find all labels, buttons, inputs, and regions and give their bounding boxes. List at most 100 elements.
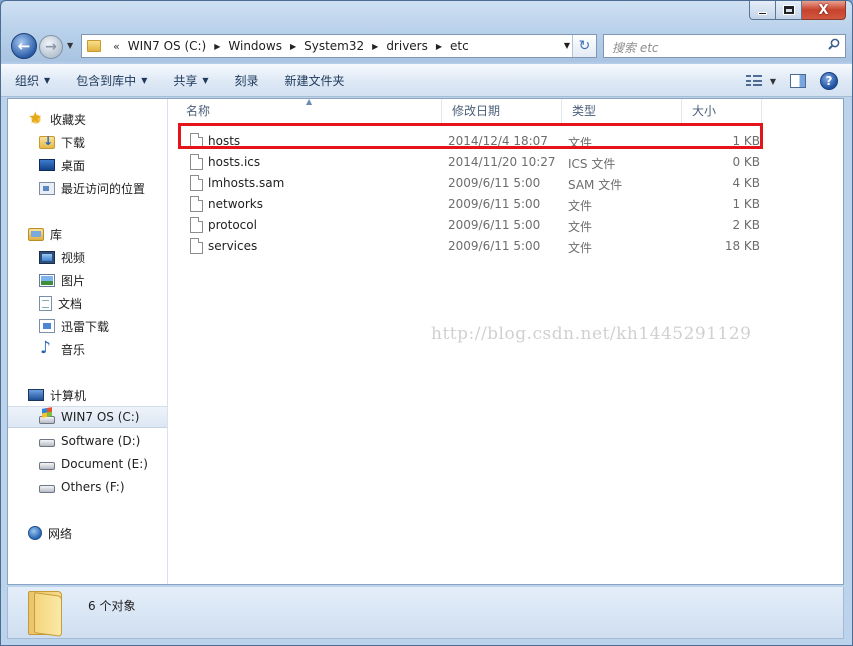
help-icon[interactable]: ?: [820, 72, 838, 90]
file-row[interactable]: lmhosts.sam 2009/6/11 5:00 SAM 文件 4 KB: [176, 173, 766, 194]
breadcrumb-item[interactable]: drivers: [382, 39, 432, 53]
address-bar[interactable]: « WIN7 OS (C:) ▶ Windows ▶ System32 ▶ dr…: [81, 34, 597, 58]
sidebar-item-drive-d[interactable]: Software (D:): [8, 430, 167, 452]
file-date: 2009/6/11 5:00: [448, 176, 541, 190]
file-row[interactable]: protocol 2009/6/11 5:00 文件 2 KB: [176, 215, 766, 236]
breadcrumb-overflow[interactable]: «: [109, 40, 124, 53]
sidebar-label: 视频: [61, 250, 86, 265]
back-button[interactable]: ←: [11, 33, 37, 59]
preview-pane-icon[interactable]: [790, 74, 806, 88]
sidebar-item-downloads[interactable]: 下载: [8, 131, 167, 153]
search-icon[interactable]: [828, 38, 840, 50]
navigation-pane: 收藏夹 下载 桌面 最近访问的位置 库 视频 图片 文档 迅雷下载 音乐 计算机…: [8, 99, 168, 584]
file-row[interactable]: networks 2009/6/11 5:00 文件 1 KB: [176, 194, 766, 215]
include-in-library-label: 包含到库中: [76, 74, 137, 88]
desktop-icon: [39, 159, 55, 171]
sidebar-item-recent-places[interactable]: 最近访问的位置: [8, 177, 167, 199]
thunder-download-icon: [39, 319, 55, 333]
file-row[interactable]: hosts.ics 2014/11/20 10:27 ICS 文件 0 KB: [176, 152, 766, 173]
file-date: 2009/6/11 5:00: [448, 218, 541, 232]
forward-button[interactable]: →: [39, 35, 63, 59]
file-type: 文件: [568, 241, 593, 255]
sidebar-item-thunder-downloads[interactable]: 迅雷下载: [8, 315, 167, 337]
sidebar-item-drive-f[interactable]: Others (F:): [8, 476, 167, 498]
breadcrumb-item[interactable]: System32: [300, 39, 368, 53]
breadcrumb-item[interactable]: Windows: [224, 39, 286, 53]
sidebar-computer[interactable]: 计算机: [8, 384, 167, 406]
share-menu[interactable]: 共享 ▼: [173, 72, 208, 89]
file-name: lmhosts.sam: [208, 176, 285, 190]
recent-places-icon: [39, 181, 55, 195]
refresh-icon: ↻: [578, 38, 591, 54]
sidebar-libraries[interactable]: 库: [8, 223, 167, 245]
burn-button[interactable]: 刻录: [235, 72, 259, 89]
document-library-icon: [39, 295, 52, 311]
sidebar-item-drive-c[interactable]: WIN7 OS (C:): [8, 406, 167, 428]
sidebar-label: 计算机: [50, 388, 87, 403]
sidebar-item-documents[interactable]: 文档: [8, 292, 167, 314]
sidebar-network[interactable]: 网络: [8, 522, 167, 544]
view-controls: ▼ ?: [745, 72, 838, 90]
search-input[interactable]: 搜索 etc: [612, 39, 659, 56]
chevron-right-icon[interactable]: ▶: [210, 42, 224, 51]
file-row[interactable]: services 2009/6/11 5:00 文件 18 KB: [176, 236, 766, 257]
file-name: networks: [208, 197, 263, 211]
breadcrumb-item[interactable]: WIN7 OS (C:): [124, 39, 211, 53]
file-icon: [190, 175, 203, 191]
file-name: hosts.ics: [208, 155, 261, 169]
column-header-date[interactable]: 修改日期: [442, 99, 562, 123]
sidebar-favorites[interactable]: 收藏夹: [8, 108, 167, 130]
minimize-button[interactable]: [749, 1, 776, 20]
file-date: 2014/11/20 10:27: [448, 155, 556, 169]
hard-drive-icon: [39, 439, 55, 447]
file-size: 2 KB: [732, 218, 760, 232]
network-icon: [28, 526, 42, 540]
close-icon: X: [818, 2, 829, 18]
folder-icon: [28, 591, 62, 637]
refresh-button[interactable]: ↻: [572, 35, 596, 57]
file-size: 0 KB: [732, 155, 760, 169]
breadcrumb-item[interactable]: etc: [446, 39, 473, 53]
file-size: 18 KB: [724, 239, 760, 253]
sidebar-label: 文档: [58, 296, 83, 311]
maximize-button[interactable]: [776, 1, 802, 20]
chevron-down-icon: ▼: [141, 76, 148, 85]
column-header-size[interactable]: 大小: [682, 99, 762, 123]
chevron-down-icon: ▼: [44, 76, 51, 85]
music-note-icon: [39, 338, 55, 358]
details-view-icon: [745, 75, 762, 87]
file-type: ICS 文件: [568, 157, 616, 171]
include-in-library-menu[interactable]: 包含到库中 ▼: [76, 72, 147, 89]
column-header-name[interactable]: 名称: [176, 99, 442, 123]
search-box[interactable]: 搜索 etc: [603, 34, 846, 58]
chevron-right-icon[interactable]: ▶: [368, 42, 382, 51]
sidebar-label: 网络: [48, 526, 73, 541]
file-size: 4 KB: [732, 176, 760, 190]
explorer-window: X ← → ▼ « WIN7 OS (C:) ▶ Windows ▶ Syste…: [0, 0, 853, 646]
sidebar-label: 最近访问的位置: [61, 181, 146, 196]
chevron-down-icon: ▼: [202, 76, 209, 85]
organize-menu[interactable]: 组织 ▼: [15, 72, 50, 89]
new-folder-button[interactable]: 新建文件夹: [285, 72, 345, 89]
sidebar-item-desktop[interactable]: 桌面: [8, 154, 167, 176]
close-button[interactable]: X: [802, 1, 846, 20]
sidebar-item-pictures[interactable]: 图片: [8, 269, 167, 291]
column-header-type[interactable]: 类型: [562, 99, 682, 123]
share-label: 共享: [173, 74, 198, 88]
sidebar-label: WIN7 OS (C:): [61, 410, 140, 424]
file-date: 2009/6/11 5:00: [448, 197, 541, 211]
chevron-right-icon[interactable]: ▶: [432, 42, 446, 51]
address-history-dropdown[interactable]: ▼: [564, 41, 570, 50]
computer-icon: [28, 389, 44, 401]
file-type: 文件: [568, 220, 593, 234]
sidebar-item-music[interactable]: 音乐: [8, 338, 167, 360]
change-view-button[interactable]: ▼: [745, 75, 776, 87]
sidebar-item-videos[interactable]: 视频: [8, 246, 167, 268]
recent-pages-dropdown[interactable]: ▼: [67, 41, 73, 50]
file-name: services: [208, 239, 258, 253]
hard-drive-icon: [39, 485, 55, 493]
sidebar-label: 下载: [61, 135, 86, 150]
folder-icon: [87, 40, 101, 52]
sidebar-item-drive-e[interactable]: Document (E:): [8, 453, 167, 475]
chevron-right-icon[interactable]: ▶: [286, 42, 300, 51]
